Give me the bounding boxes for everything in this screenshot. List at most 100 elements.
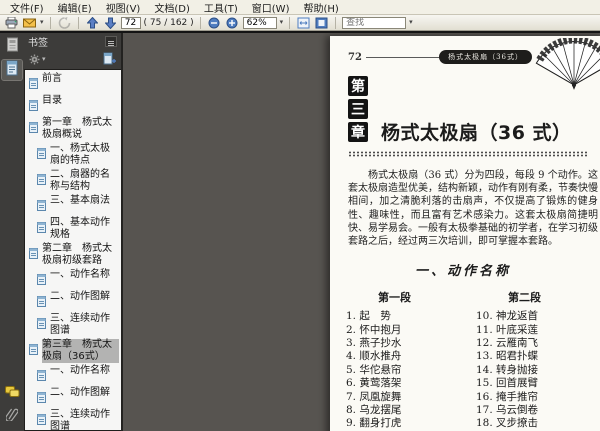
bookmark-item[interactable]: 二、动作图解 [25,290,121,312]
main-area: 书签 ▾ 前言 目录 第一章 杨式太极扇概说 一、杨式太极扇的特点 二、扇器的名… [0,31,600,431]
bookmark-label: 三、基本扇法 [50,195,110,206]
zoom-dropdown-caret[interactable]: ▾ [280,19,284,26]
menu-item[interactable]: 窗口(W) [245,0,297,16]
chapter-marker-char: 第 [348,76,368,96]
zoom-in-icon [226,17,238,29]
new-bookmark-icon [103,50,116,69]
panel-menu-button[interactable] [105,36,117,47]
new-bookmark-button[interactable] [103,50,116,69]
bookmark-page-icon [37,388,47,407]
menu-item[interactable]: 编辑(E) [51,0,99,16]
menu-item[interactable]: 文档(D) [147,0,197,16]
movement-item: 6. 黄莺落架 [346,377,402,390]
document-page[interactable]: 72 杨式太极扇（36式） 第 三 章 杨式太极扇（36 式） 杨式太极扇（36… [330,35,600,431]
movement-item: 15. 回首展臂 [476,377,539,390]
bookmark-label: 前言 [42,73,62,84]
fit-width-icon [297,17,310,29]
bookmark-page-icon [37,410,47,429]
next-page-button[interactable] [103,16,118,29]
menu-item[interactable]: 视图(V) [99,0,148,16]
menu-item[interactable]: 工具(T) [197,0,245,16]
bookmark-item[interactable]: 三、基本扇法 [25,194,121,216]
movement-item: 14. 转身抛接 [476,363,539,376]
bookmark-item[interactable]: 前言 [25,72,121,94]
previous-page-button[interactable] [85,16,100,29]
bookmark-label: 三、连续动作图谱 [50,313,110,336]
bookmark-label: 二、动作图解 [50,291,110,302]
bookmark-page-icon [37,314,47,333]
running-header-band: 杨式太极扇（36式） [439,50,532,64]
bookmark-item[interactable]: 目录 [25,94,121,116]
bookmark-page-icon [29,340,39,359]
zoom-out-button[interactable] [207,16,222,29]
movement-columns: 第一段 1. 起 势 2. 怀中抱月 3. 燕子抄水 4. 顺水推舟 5. 华佗悬帘 6. … [346,289,600,431]
email-icon [23,18,36,28]
bookmark-label: 二、扇器的名称与结构 [50,169,110,192]
movement-item: 10. 神龙返首 [476,310,539,323]
movement-column-header: 第二段 [508,291,541,305]
bookmarks-panel-header: 书签 [24,33,121,50]
toolbar-separator [289,16,291,29]
bookmark-label: 二、动作图解 [50,387,110,398]
toolbar: ▾ ( 75 / 162 ) [0,15,600,31]
bookmark-page-icon [37,366,47,385]
bookmark-item[interactable]: 三、连续动作图谱 [25,408,121,431]
movement-item: 12. 云雁南飞 [476,337,539,350]
find-dropdown-caret[interactable]: ▾ [409,19,413,26]
bookmark-label: 第一章 杨式太极扇概说 [42,117,112,140]
page-up-icon [86,16,98,29]
bookmarks-panel-button[interactable] [1,59,23,81]
bookmark-page-icon [29,74,39,93]
bookmark-item[interactable]: 四、基本动作规格 [25,216,121,242]
menu-item[interactable]: 帮助(H) [296,0,345,16]
bookmark-item[interactable]: 第二章 杨式太极扇初级套路 [25,242,121,268]
section-heading: 一、动作名称 [414,264,511,280]
document-pane[interactable]: 72 杨式太极扇（36式） 第 三 章 杨式太极扇（36 式） 杨式太极扇（36… [123,33,600,431]
attachments-panel-button[interactable] [2,405,22,425]
bookmark-page-icon [37,292,47,311]
ornament-divider [348,151,588,157]
movement-item: 18. 叉步撩击 [476,417,539,430]
bookmark-item[interactable]: 二、动作图解 [25,386,121,408]
zoom-in-button[interactable] [225,16,240,29]
bookmark-item[interactable]: 二、扇器的名称与结构 [25,168,121,194]
menu-bar: 文件(F) 编辑(E) 视图(V) 文档(D) 工具(T) 窗口(W) 帮助(H) [0,0,600,15]
email-button[interactable] [22,16,37,29]
bookmark-item[interactable]: 一、动作名称 [25,268,121,290]
bookmark-label: 三、连续动作图谱 [50,409,110,431]
fit-width-button[interactable] [296,16,311,29]
menu-item[interactable]: 文件(F) [3,0,51,16]
page-number-input[interactable] [120,16,141,29]
movement-column-header: 第一段 [378,291,411,305]
toolbar-separator [199,16,201,29]
movement-item: 5. 华佗悬帘 [346,363,402,376]
panel-menu-icon [107,32,115,51]
bookmark-item[interactable]: 第一章 杨式太极扇概说 [25,116,121,142]
page-thumbnails-button[interactable] [2,36,22,56]
movement-item: 9. 翻身打虎 [346,417,402,430]
page-thumbnails-icon [6,37,19,56]
movement-item: 17. 乌云倒卷 [476,404,539,417]
bookmark-item[interactable]: 第三章 杨式太极扇（36式） [25,338,121,364]
bookmark-page-icon [37,170,47,189]
print-icon [5,16,18,29]
bookmark-item[interactable]: 一、动作名称 [25,364,121,386]
bookmark-item[interactable]: 三、连续动作图谱 [25,312,121,338]
page-down-icon [104,17,116,29]
email-dropdown-caret[interactable]: ▾ [40,19,44,26]
chapter-marker: 第三章 [348,76,368,142]
comments-panel-button[interactable] [2,382,22,402]
bookmark-page-icon [37,218,47,237]
page-count-label: ( 75 / 162 ) [143,17,194,28]
previous-view-button[interactable] [57,16,72,29]
navigation-strip-bottom [2,382,22,431]
bookmark-options-button[interactable]: ▾ [29,50,46,69]
bookmark-label: 一、杨式太极扇的特点 [50,143,110,166]
fit-page-button[interactable] [314,16,329,29]
bookmarks-panel-toolbar: ▾ [24,50,121,69]
movement-item: 2. 怀中抱月 [346,323,402,336]
print-button[interactable] [4,16,19,29]
zoom-level-input[interactable] [242,16,277,29]
find-input[interactable] [342,16,407,29]
bookmark-item[interactable]: 一、杨式太极扇的特点 [25,142,121,168]
